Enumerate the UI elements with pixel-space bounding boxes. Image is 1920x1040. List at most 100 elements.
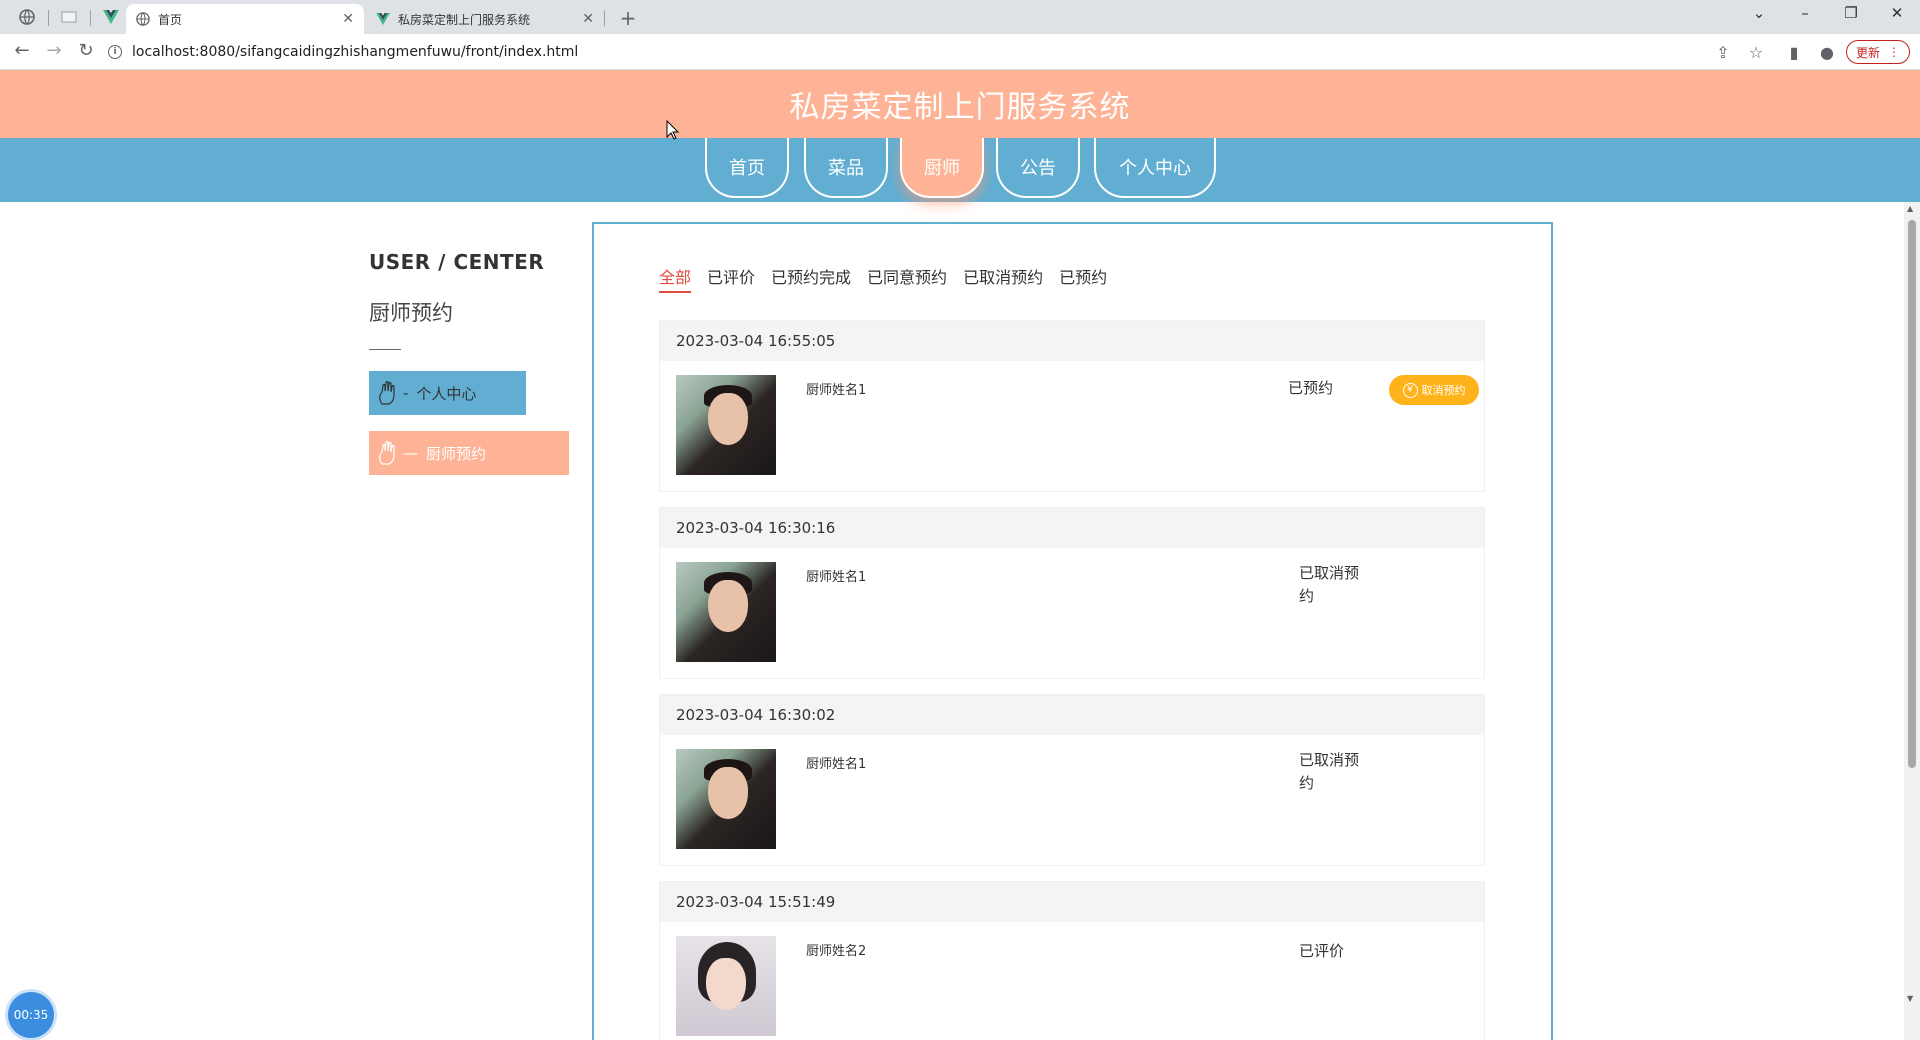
pinned-tab-vue[interactable] — [92, 4, 130, 30]
close-tab-icon[interactable]: ✕ — [582, 11, 594, 27]
user-center-title: USER / CENTER — [369, 250, 545, 274]
tab-separator — [90, 10, 91, 26]
page-scrollbar[interactable]: ▲ ▼ — [1904, 202, 1920, 1040]
site-info-icon[interactable]: i — [108, 45, 122, 59]
main-panel: 全部 已评价 已预约完成 已同意预约 已取消预约 已预约 2023-03-04 … — [592, 222, 1553, 1040]
browser-tab-bar: 首页 ✕ 私房菜定制上门服务系统 ✕ + ⌄ – ❐ ✕ — [0, 0, 1920, 34]
filter-tab-approved[interactable]: 已同意预约 — [867, 264, 947, 293]
order-datetime: 2023-03-04 15:51:49 — [676, 893, 836, 911]
filter-tab-completed[interactable]: 已预约完成 — [771, 264, 851, 293]
tab-label: 首页 — [158, 12, 183, 27]
order-header: 2023-03-04 16:30:02 — [660, 695, 1484, 735]
profile-avatar-icon[interactable]: ● — [1817, 43, 1837, 62]
order-item: 2023-03-04 16:55:05 厨师姓名1 已预约 ¥ 取消预约 — [659, 320, 1485, 492]
tab-search-chevron-icon[interactable]: ⌄ — [1744, 4, 1774, 22]
bookmark-star-icon[interactable]: ☆ — [1746, 43, 1766, 62]
filter-tab-all[interactable]: 全部 — [659, 264, 692, 293]
vue-logo-icon — [103, 10, 119, 24]
order-datetime: 2023-03-04 16:30:16 — [676, 519, 836, 537]
site-header: 私房菜定制上门服务系统 — [0, 70, 1920, 138]
nav-notices[interactable]: 公告 — [996, 138, 1080, 198]
order-status: 已预约 — [1288, 379, 1334, 397]
tab-system[interactable]: 私房菜定制上门服务系统 ✕ — [366, 4, 604, 34]
tab-separator — [604, 10, 605, 26]
sidebar-item-prefix: - — [403, 384, 409, 402]
order-header: 2023-03-04 16:55:05 — [660, 321, 1484, 361]
more-menu-icon: ⋮ — [1888, 45, 1900, 59]
nav-user-center[interactable]: 个人中心 — [1094, 138, 1216, 198]
filter-tab-cancelled[interactable]: 已取消预约 — [963, 264, 1043, 293]
filter-tabs: 全部 已评价 已预约完成 已同意预约 已取消预约 已预约 — [659, 264, 1123, 293]
sidebar-item-user-center[interactable]: - 个人中心 — [369, 371, 526, 415]
sidebar-item-label: 个人中心 — [416, 384, 477, 403]
order-body: 厨师姓名1 已预约 ¥ 取消预约 — [660, 361, 1484, 491]
divider — [369, 349, 401, 350]
tab-label: 私房菜定制上门服务系统 — [398, 12, 531, 27]
forward-arrow-icon[interactable]: → — [42, 40, 66, 61]
pinned-tab-globe[interactable] — [8, 4, 46, 30]
new-tab-plus-icon[interactable]: + — [616, 6, 640, 30]
minimize-icon[interactable]: – — [1790, 4, 1820, 22]
filter-tab-booked[interactable]: 已预约 — [1059, 264, 1107, 293]
globe-icon — [19, 9, 35, 25]
order-item: 2023-03-04 16:30:16 厨师姓名1 已取消预约 — [659, 507, 1485, 679]
nav-label: 公告 — [1020, 158, 1056, 179]
tab-home[interactable]: 首页 ✕ — [126, 4, 364, 34]
tab-separator — [48, 10, 49, 26]
update-button[interactable]: 更新 ⋮ — [1846, 40, 1910, 64]
order-header: 2023-03-04 15:51:49 — [660, 882, 1484, 922]
nav-label: 菜品 — [828, 158, 864, 179]
update-label: 更新 — [1855, 45, 1880, 60]
globe-icon — [136, 12, 150, 26]
order-status: 已评价 — [1299, 942, 1345, 960]
recording-timer[interactable]: 00:35 — [8, 992, 54, 1038]
reload-icon[interactable]: ↻ — [74, 40, 98, 61]
filter-tab-reviewed[interactable]: 已评价 — [707, 264, 755, 293]
pinned-tab-blank[interactable] — [50, 4, 88, 30]
yen-icon: ¥ — [1402, 382, 1418, 398]
nav-label: 首页 — [729, 158, 765, 179]
order-status: 已取消预约 — [1299, 564, 1360, 605]
nav-label: 个人中心 — [1119, 158, 1191, 179]
cancel-booking-button[interactable]: ¥ 取消预约 — [1389, 375, 1479, 405]
order-body: 厨师姓名1 已取消预约 — [660, 548, 1484, 678]
chef-photo[interactable] — [676, 749, 776, 849]
chef-name: 厨师姓名1 — [806, 757, 867, 772]
site-title: 私房菜定制上门服务系统 — [789, 90, 1131, 125]
url-field[interactable]: i localhost:8080/sifangcaidingzhishangme… — [108, 39, 1768, 65]
nav-dishes[interactable]: 菜品 — [804, 138, 888, 198]
nav-home[interactable]: 首页 — [705, 138, 789, 198]
hand-icon — [379, 440, 395, 465]
chef-name: 厨师姓名1 — [806, 570, 867, 585]
mouse-cursor-icon — [666, 120, 680, 140]
browser-address-bar: ← → ↻ i localhost:8080/sifangcaidingzhis… — [0, 34, 1920, 70]
side-panel-icon[interactable]: ▮ — [1784, 43, 1804, 62]
chef-photo[interactable] — [676, 562, 776, 662]
cancel-booking-label: 取消预约 — [1421, 384, 1466, 397]
back-arrow-icon[interactable]: ← — [10, 40, 34, 61]
order-status: 已取消预约 — [1299, 751, 1360, 792]
close-tab-icon[interactable]: ✕ — [342, 11, 354, 27]
sidebar-item-chef-booking[interactable]: — 厨师预约 — [369, 431, 569, 475]
scroll-down-arrow-icon[interactable]: ▼ — [1907, 994, 1913, 1003]
order-datetime: 2023-03-04 16:55:05 — [676, 332, 836, 350]
order-item: 2023-03-04 15:51:49 厨师姓名2 已评价 — [659, 881, 1485, 1040]
order-body: 厨师姓名2 已评价 — [660, 922, 1484, 1040]
sidebar-item-label: 厨师预约 — [426, 444, 487, 463]
chef-photo[interactable] — [676, 375, 776, 475]
url-text: localhost:8080/sifangcaidingzhishangmenf… — [132, 44, 579, 60]
hand-icon — [379, 380, 395, 405]
nav-label: 厨师 — [924, 158, 960, 179]
share-icon[interactable]: ⇪ — [1713, 43, 1733, 62]
order-datetime: 2023-03-04 16:30:02 — [676, 706, 836, 724]
scroll-up-arrow-icon[interactable]: ▲ — [1907, 204, 1913, 213]
chef-photo[interactable] — [676, 936, 776, 1036]
close-window-icon[interactable]: ✕ — [1882, 4, 1912, 22]
order-body: 厨师姓名1 已取消预约 — [660, 735, 1484, 865]
nav-chefs[interactable]: 厨师 — [900, 138, 984, 198]
restore-icon[interactable]: ❐ — [1836, 4, 1866, 22]
scroll-thumb[interactable] — [1908, 220, 1916, 768]
chef-name: 厨师姓名1 — [806, 383, 867, 398]
sidebar-item-prefix: — — [403, 444, 418, 462]
order-header: 2023-03-04 16:30:16 — [660, 508, 1484, 548]
